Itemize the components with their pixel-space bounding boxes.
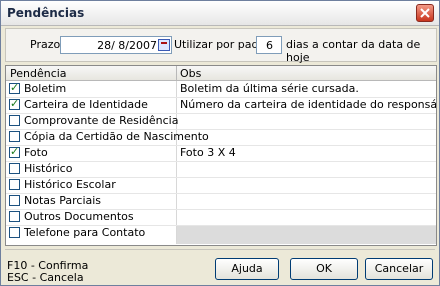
table-row[interactable]: Carteira de Identidade Número da carteir… [6, 97, 436, 114]
row-obs: Número da carteira de identidade do resp… [180, 98, 437, 111]
table-row[interactable]: Histórico Escolar [6, 177, 436, 194]
column-separator[interactable] [176, 66, 177, 80]
checkbox-notas-parciais[interactable] [9, 195, 20, 206]
dias-label: dias a contar da data de hoje [286, 38, 421, 64]
table-row[interactable]: Cópia da Certidão de Nascimento [6, 129, 436, 146]
prazo-row: Prazo 28/ 8/2007 Utilizar por padrão 6 d… [5, 28, 437, 64]
checkbox-outros-documentos[interactable] [9, 211, 20, 222]
row-name: Notas Parciais [24, 194, 102, 207]
checkbox-carteira[interactable] [9, 97, 20, 110]
checkbox-historico[interactable] [9, 163, 20, 174]
help-button[interactable]: Ajuda [215, 258, 279, 280]
row-name: Carteira de Identidade [24, 98, 148, 111]
close-icon [420, 8, 430, 18]
column-pendencia[interactable]: Pendência [10, 67, 67, 80]
row-name: Histórico Escolar [24, 178, 116, 191]
row-name: Comprovante de Residência [24, 114, 179, 127]
table-row[interactable]: Foto Foto 3 X 4 [6, 145, 436, 162]
ok-button[interactable]: OK [290, 258, 358, 280]
cancel-button[interactable]: Cancelar [365, 258, 433, 280]
row-name: Histórico [24, 162, 73, 175]
dias-field[interactable]: 6 [256, 36, 282, 54]
dias-value: 6 [266, 39, 273, 52]
prazo-date-field[interactable]: 28/ 8/2007 [60, 36, 172, 54]
row-name: Foto [24, 146, 48, 159]
table-header: Pendência Obs [6, 66, 436, 81]
pendencias-table[interactable]: Pendência Obs Boletim Boletim da última … [5, 65, 437, 246]
checkbox-boletim[interactable] [9, 81, 20, 94]
dialog-window: Pendências Prazo 28/ 8/2007 Utilizar por… [0, 0, 440, 286]
close-button[interactable] [416, 4, 434, 22]
column-obs[interactable]: Obs [180, 67, 201, 80]
checkbox-foto[interactable] [9, 145, 20, 158]
hint-cancel: ESC - Cancela [7, 271, 84, 284]
prazo-label: Prazo [30, 38, 61, 51]
table-row[interactable]: Outros Documentos [6, 209, 436, 226]
prazo-date-value: 28/ 8/2007 [97, 39, 157, 52]
table-row[interactable]: Comprovante de Residência [6, 113, 436, 130]
selected-cell-highlight [177, 226, 436, 244]
row-name: Outros Documentos [24, 210, 134, 223]
row-name: Boletim [24, 82, 67, 95]
checkbox-historico-escolar[interactable] [9, 179, 20, 190]
table-row[interactable]: Notas Parciais [6, 193, 436, 210]
footer-divider [5, 249, 435, 250]
calendar-icon[interactable] [158, 39, 170, 51]
checkbox-telefone[interactable] [9, 227, 20, 238]
checkbox-certidao[interactable] [9, 131, 20, 142]
window-title: Pendências [7, 6, 85, 20]
row-obs: Boletim da última série cursada. [180, 82, 359, 95]
checkbox-comprovante[interactable] [9, 115, 20, 126]
table-row[interactable]: Histórico [6, 161, 436, 178]
title-bar: Pendências [1, 1, 439, 26]
row-name: Cópia da Certidão de Nascimento [24, 130, 209, 143]
row-name: Telefone para Contato [24, 226, 146, 239]
table-row[interactable]: Boletim Boletim da última série cursada. [6, 81, 436, 98]
row-obs: Foto 3 X 4 [180, 146, 236, 159]
